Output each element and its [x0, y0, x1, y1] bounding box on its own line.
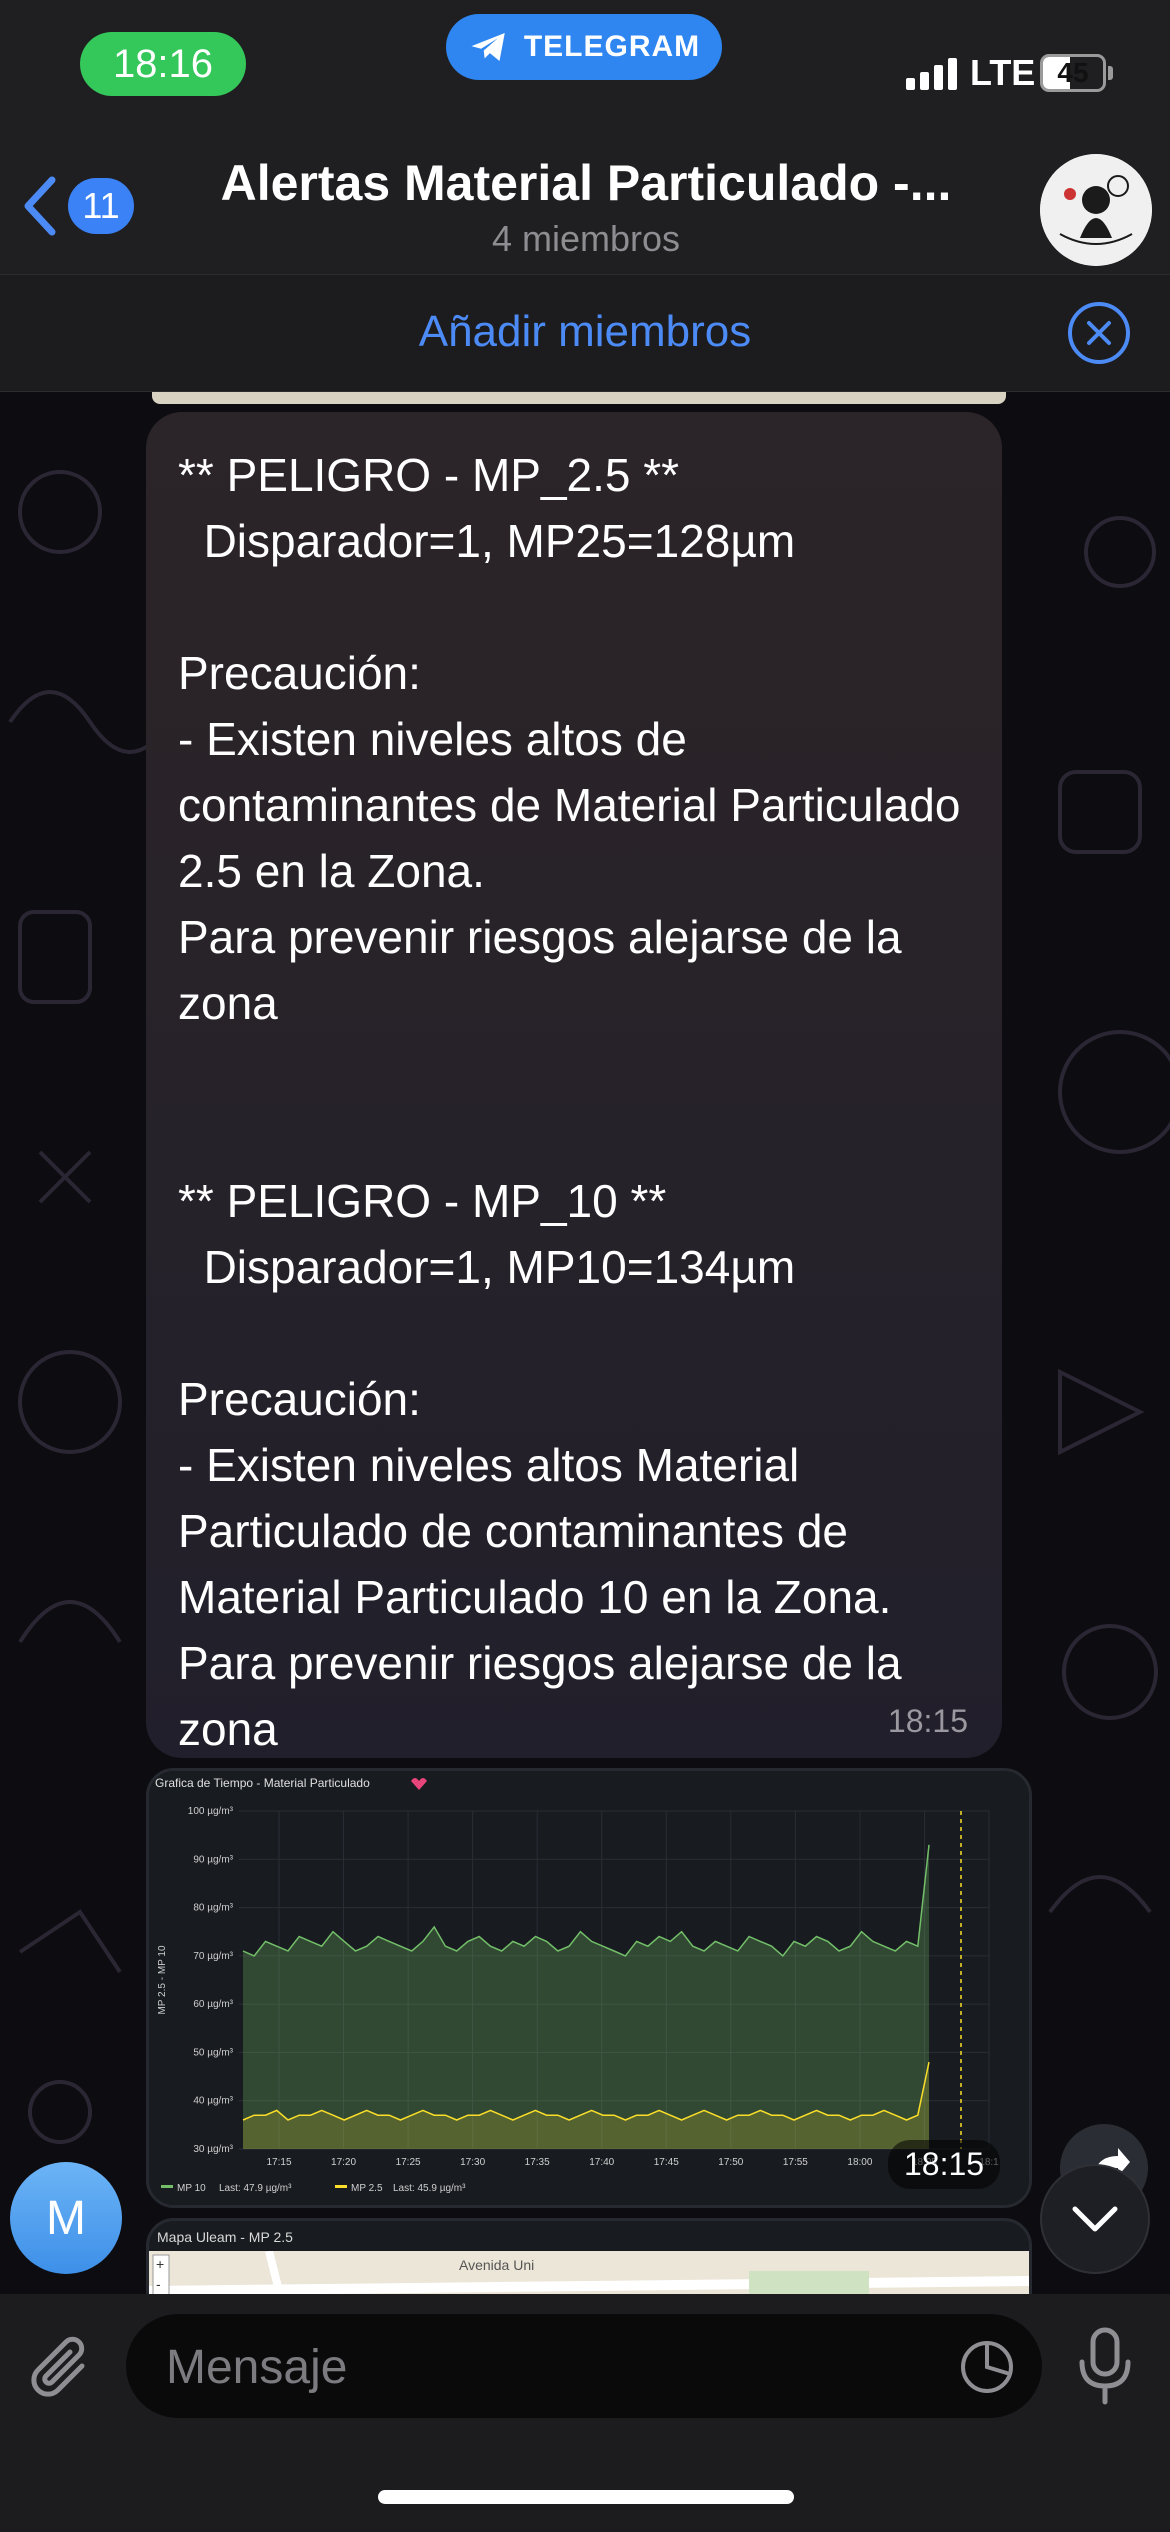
y-tick-label: 70 µg/m³: [193, 1951, 233, 1962]
y-tick-label: 30 µg/m³: [193, 2144, 233, 2155]
x-tick-label: 17:55: [783, 2157, 808, 2168]
x-tick-label: 17:45: [654, 2157, 679, 2168]
message-time: 18:15: [887, 1703, 968, 1739]
telegram-icon: [471, 33, 505, 61]
network-type: LTE: [970, 52, 1036, 93]
add-members-button[interactable]: Añadir miembros: [0, 307, 1170, 357]
add-members-bar: Añadir miembros: [0, 274, 1170, 392]
legend-series-name: MP 10: [177, 2183, 206, 2194]
app-name: TELEGRAM: [523, 30, 701, 63]
y-tick-label: 50 µg/m³: [193, 2047, 233, 2058]
group-avatar[interactable]: [1040, 154, 1152, 266]
previous-message-image: [152, 392, 1006, 404]
y-tick-label: 100 µg/m³: [188, 1806, 234, 1817]
home-indicator: [378, 2490, 794, 2504]
svg-text:+: +: [156, 2256, 164, 2272]
back-button[interactable]: 11: [18, 174, 134, 238]
battery-level: 45: [1057, 57, 1089, 88]
message-text: ** PELIGRO - MP_2.5 ** Disparador=1, MP2…: [178, 449, 961, 1755]
y-tick-label: 60 µg/m³: [193, 1999, 233, 2010]
x-tick-label: 17:20: [331, 2157, 356, 2168]
paperclip-icon[interactable]: [30, 2330, 100, 2410]
message-input[interactable]: Mensaje: [126, 2314, 1042, 2418]
map-title: Mapa Uleam - MP 2.5: [157, 2229, 293, 2245]
map-street-label: Avenida Uni: [459, 2257, 535, 2273]
image-message-time: 18:15: [888, 2140, 1001, 2189]
x-tick-label: 18:00: [847, 2157, 872, 2168]
y-tick-label: 80 µg/m³: [193, 1903, 233, 1914]
x-tick-label: 17:35: [525, 2157, 550, 2168]
signal-icon: [906, 58, 957, 90]
close-icon[interactable]: [1068, 302, 1130, 364]
message-bubble[interactable]: ** PELIGRO - MP_2.5 ** Disparador=1, MP2…: [146, 412, 1002, 1758]
unread-count-badge: 11: [68, 178, 134, 234]
x-tick-label: 17:40: [589, 2157, 614, 2168]
legend-swatch: [161, 2185, 173, 2188]
x-tick-label: 17:15: [266, 2157, 291, 2168]
x-tick-label: 17:25: [396, 2157, 421, 2168]
legend-series-name: MP 2.5: [351, 2183, 383, 2194]
scroll-down-button[interactable]: [1040, 2164, 1150, 2274]
legend-last-value: Last: 45.9 µg/m³: [393, 2183, 466, 2194]
time-series-chart: Grafica de Tiempo - Material Particulado…: [149, 1771, 1029, 2205]
svg-text:-: -: [156, 2276, 161, 2292]
message-input-placeholder: Mensaje: [166, 2341, 348, 2394]
chart-title: Grafica de Tiempo - Material Particulado: [155, 1776, 370, 1790]
chat-title[interactable]: Alertas Material Particulado -...: [196, 154, 976, 212]
x-tick-label: 17:30: [460, 2157, 485, 2168]
legend-last-value: Last: 47.9 µg/m³: [219, 2183, 292, 2194]
status-bar: 18:16 TELEGRAM LTE 45: [0, 0, 1170, 132]
battery-nub: [1108, 66, 1113, 80]
sender-avatar[interactable]: M: [10, 2162, 122, 2274]
y-tick-label: 90 µg/m³: [193, 1854, 233, 1865]
status-time: 18:16: [80, 32, 246, 96]
chat-member-count: 4 miembros: [491, 218, 681, 259]
legend-swatch: [335, 2185, 347, 2188]
battery-icon: 45: [1040, 54, 1106, 92]
x-tick-label: 17:50: [718, 2157, 743, 2168]
chevron-left-icon: [24, 176, 56, 236]
y-axis-label: MP 2.5 - MP 10: [157, 1945, 168, 2015]
sticker-icon[interactable]: [958, 2338, 1016, 2396]
chevron-down-icon: [1072, 2206, 1118, 2232]
microphone-icon[interactable]: [1070, 2324, 1140, 2408]
return-to-app-pill[interactable]: TELEGRAM: [446, 14, 722, 80]
chat-header: 11 Alertas Material Particulado -... 4 m…: [0, 132, 1170, 274]
y-tick-label: 40 µg/m³: [193, 2096, 233, 2107]
